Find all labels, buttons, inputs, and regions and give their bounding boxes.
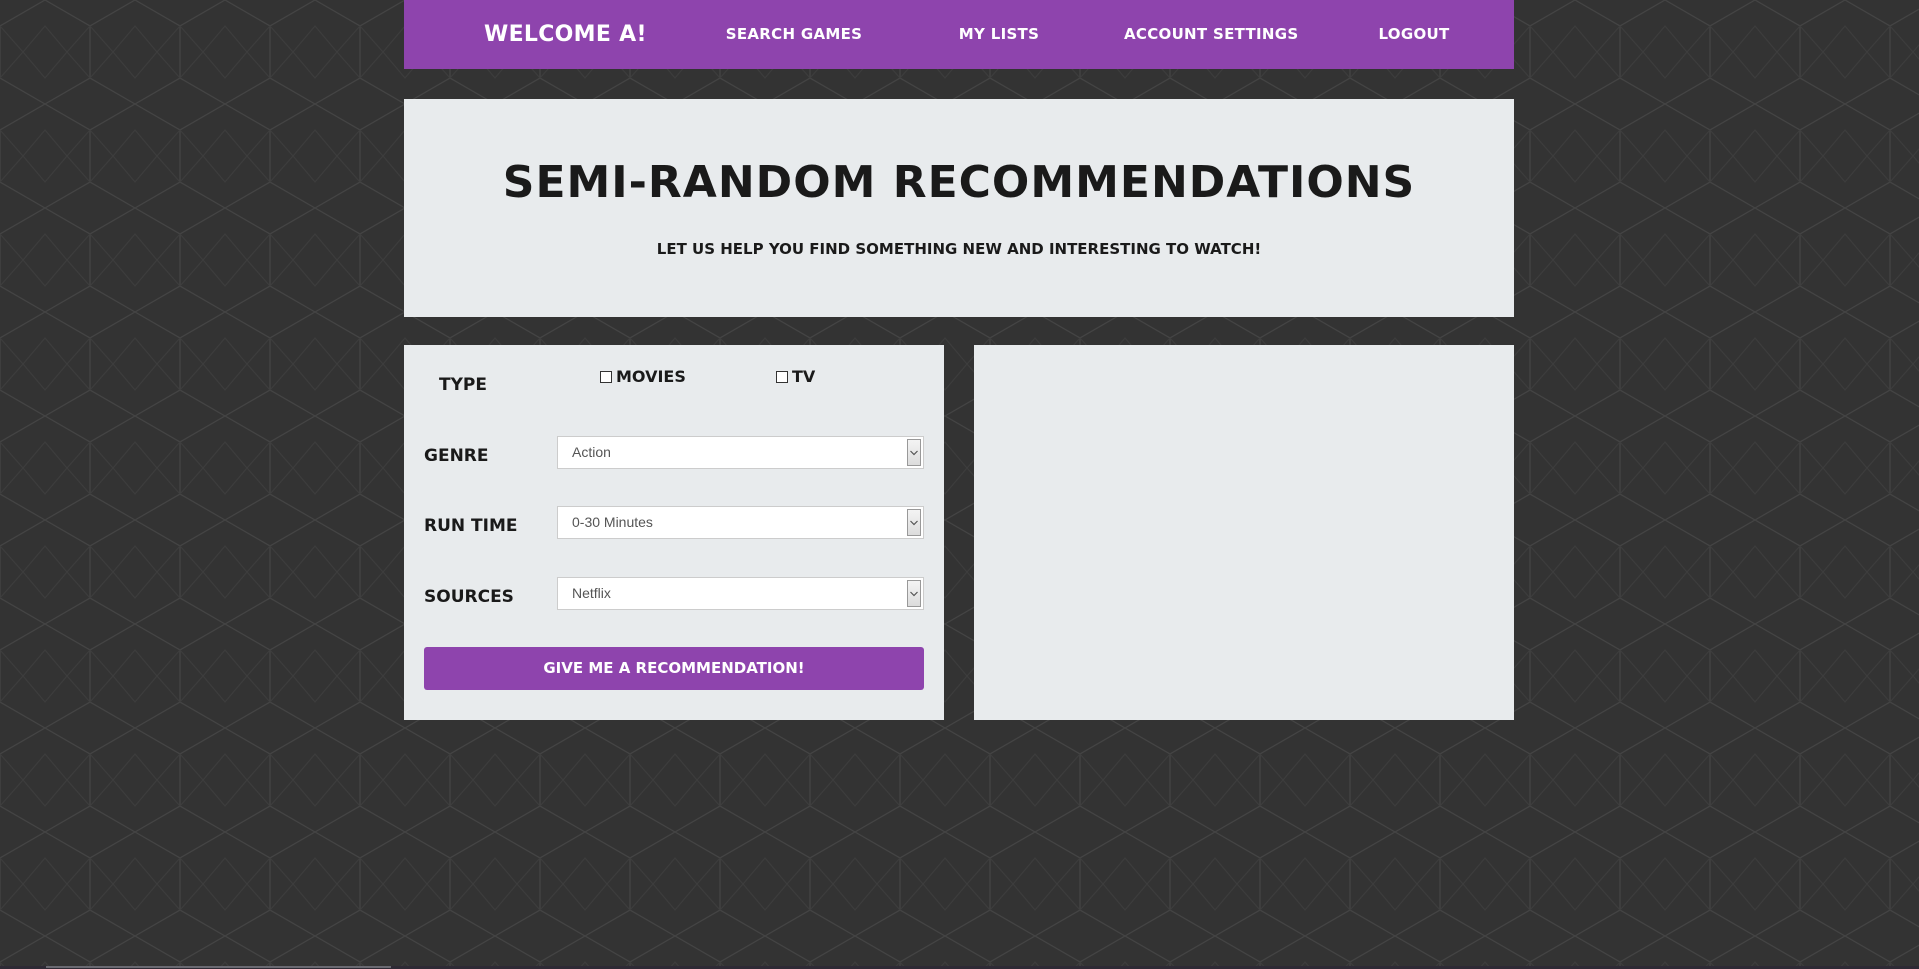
sources-select[interactable]: Netflix	[557, 577, 924, 610]
recommendation-form: TYPE MOVIES TV GENRE Action RUN TIME 0-3…	[404, 345, 944, 720]
genre-select[interactable]: Action	[557, 436, 924, 469]
genre-select-value: Action	[572, 444, 611, 460]
tv-checkbox-label[interactable]: TV	[792, 367, 815, 386]
type-option-tv[interactable]: TV	[776, 367, 815, 386]
chevron-down-icon[interactable]	[907, 580, 921, 607]
run-time-select-value: 0-30 Minutes	[572, 514, 653, 530]
chevron-down-icon[interactable]	[907, 439, 921, 466]
give-recommendation-button[interactable]: GIVE ME A RECOMMENDATION!	[424, 647, 924, 690]
nav-brand-welcome[interactable]: WELCOME A!	[484, 0, 647, 69]
tv-checkbox[interactable]	[776, 370, 788, 383]
chevron-down-icon[interactable]	[907, 509, 921, 536]
nav-item-my-lists[interactable]: MY LISTS	[954, 0, 1044, 69]
nav-item-logout[interactable]: LOGOUT	[1364, 0, 1464, 69]
nav-item-search-games[interactable]: SEARCH GAMES	[724, 0, 864, 69]
run-time-label: RUN TIME	[424, 516, 518, 536]
bottom-edge-accent	[46, 966, 391, 968]
nav-item-account-settings[interactable]: ACCOUNT SETTINGS	[1124, 0, 1298, 69]
recommendation-result-panel	[974, 345, 1514, 720]
movies-checkbox-label[interactable]: MOVIES	[616, 367, 686, 386]
page-title: SEMI-RANDOM RECOMMENDATIONS	[502, 157, 1416, 208]
type-option-movies[interactable]: MOVIES	[600, 367, 686, 386]
page-subtitle: LET US HELP YOU FIND SOMETHING NEW AND I…	[656, 240, 1262, 258]
sources-select-value: Netflix	[572, 585, 611, 601]
run-time-select[interactable]: 0-30 Minutes	[557, 506, 924, 539]
movies-checkbox[interactable]	[600, 370, 612, 383]
type-label: TYPE	[439, 375, 487, 395]
top-navbar: WELCOME A! SEARCH GAMES MY LISTS ACCOUNT…	[404, 0, 1514, 69]
genre-label: GENRE	[424, 446, 489, 466]
hero-panel: SEMI-RANDOM RECOMMENDATIONS LET US HELP …	[404, 99, 1514, 317]
sources-label: SOURCES	[424, 587, 514, 607]
